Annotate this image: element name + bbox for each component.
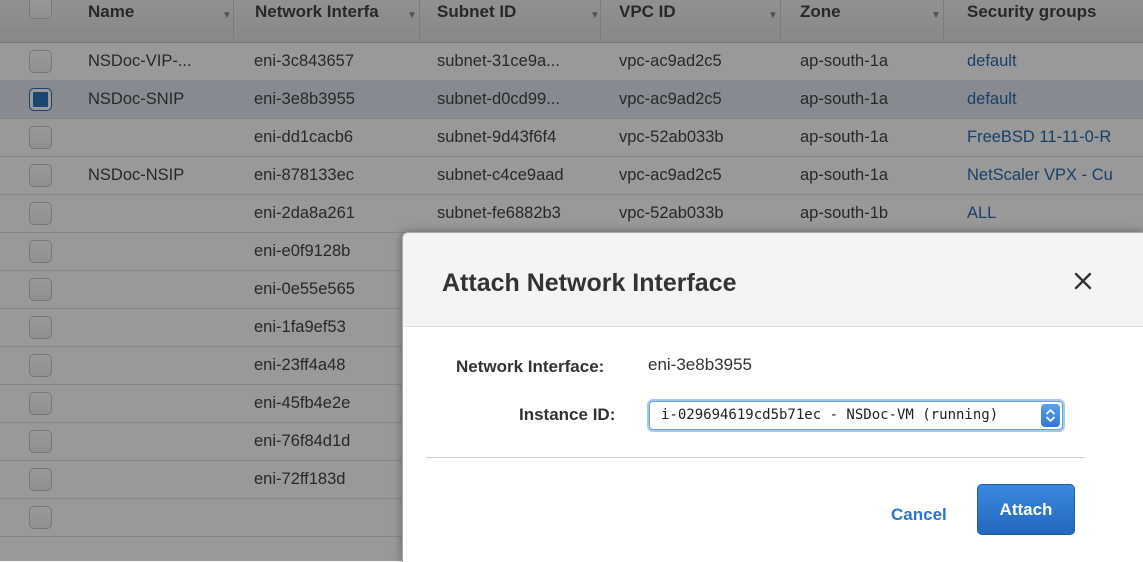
- select-arrows-icon[interactable]: [1041, 404, 1060, 427]
- dialog-header: Attach Network Interface: [403, 233, 1143, 327]
- dialog-divider: [426, 457, 1085, 458]
- attach-button[interactable]: Attach: [977, 484, 1075, 535]
- close-icon[interactable]: [1069, 267, 1097, 295]
- instance-id-selected-value: i-029694619cd5b71ec - NSDoc-VM (running): [661, 407, 999, 423]
- network-interface-label: Network Interface:: [456, 357, 605, 376]
- cancel-button[interactable]: Cancel: [891, 505, 947, 525]
- dialog-title: Attach Network Interface: [442, 269, 737, 297]
- close-icon-glyph: [1074, 272, 1092, 290]
- instance-id-select[interactable]: i-029694619cd5b71ec - NSDoc-VM (running): [649, 401, 1063, 430]
- instance-id-label: Instance ID:: [519, 405, 616, 424]
- updown-chevron-icon: [1046, 409, 1055, 422]
- network-interface-value: eni-3e8b3955: [648, 355, 752, 374]
- attach-network-interface-dialog: Attach Network Interface Network Interfa…: [402, 232, 1143, 562]
